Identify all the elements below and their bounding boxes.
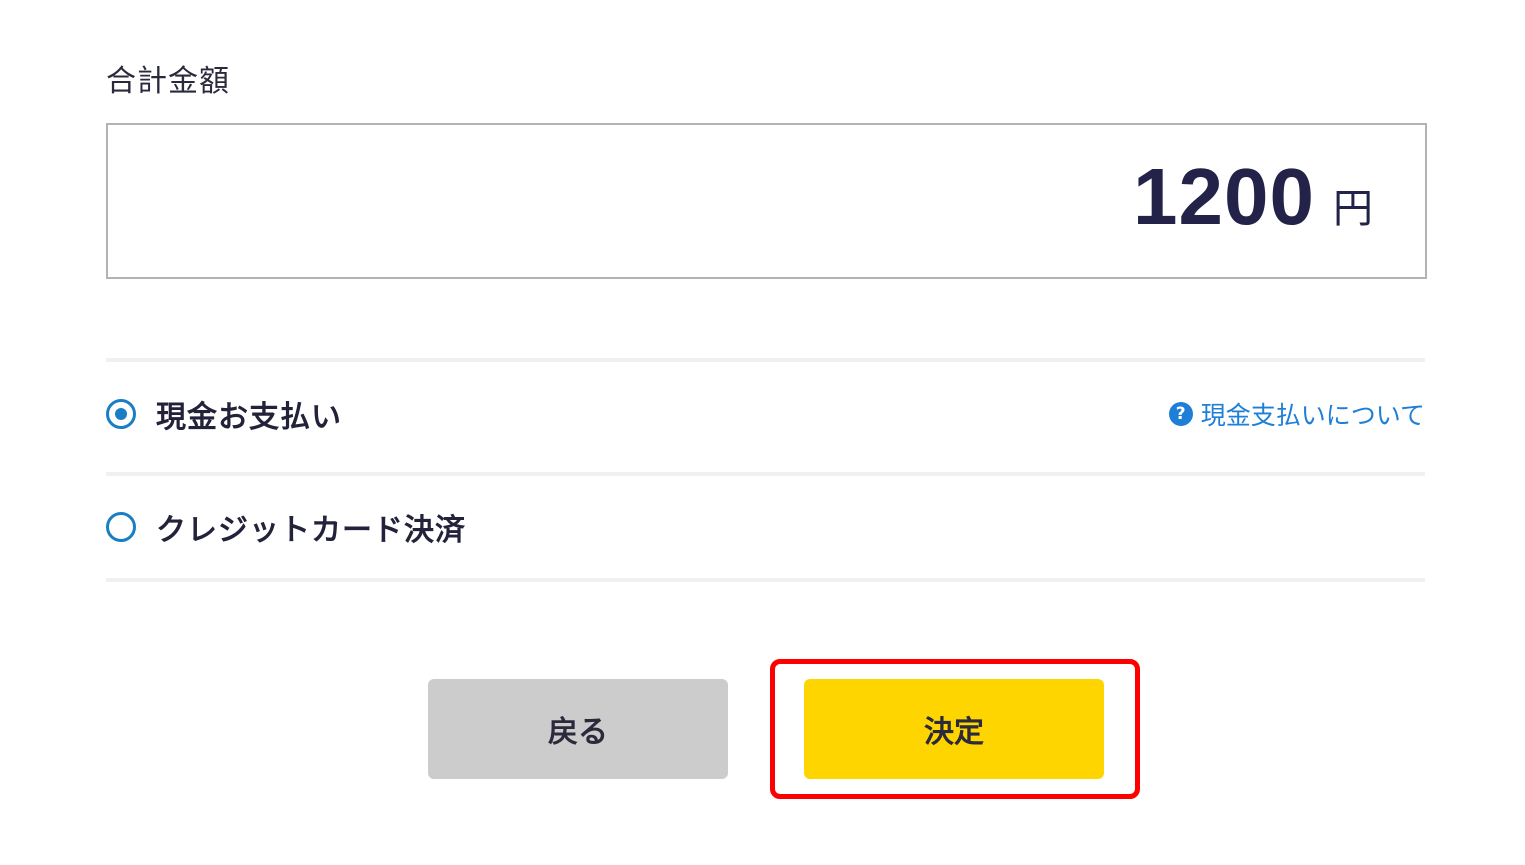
payment-option-credit-card[interactable]: クレジットカード決済 [106, 477, 1425, 577]
payment-option-cash-label[interactable]: 現金お支払い [156, 392, 342, 436]
question-circle-icon: ? [1168, 402, 1193, 426]
payment-option-credit-card-label[interactable]: クレジットカード決済 [156, 505, 466, 549]
payment-option-cash[interactable]: 現金お支払い ? 現金支払いについて [106, 364, 1425, 464]
confirm-button[interactable]: 決定 [804, 679, 1104, 779]
radio-cash[interactable] [106, 399, 136, 429]
total-amount-group: 1200 円 [1133, 157, 1373, 237]
total-label: 合計金額 [106, 64, 230, 99]
radio-credit-card[interactable] [106, 512, 136, 542]
total-currency: 円 [1333, 186, 1373, 232]
cash-payment-help-link[interactable]: ? 現金支払いについて [1168, 396, 1425, 432]
cash-payment-help-label[interactable]: 現金支払いについて [1201, 396, 1425, 432]
divider-middle [106, 472, 1425, 476]
divider-top [106, 358, 1425, 362]
total-amount-box: 1200 円 [106, 123, 1427, 279]
back-button[interactable]: 戻る [428, 679, 728, 779]
divider-bottom [106, 578, 1425, 582]
total-amount-value: 1200 [1133, 152, 1315, 241]
